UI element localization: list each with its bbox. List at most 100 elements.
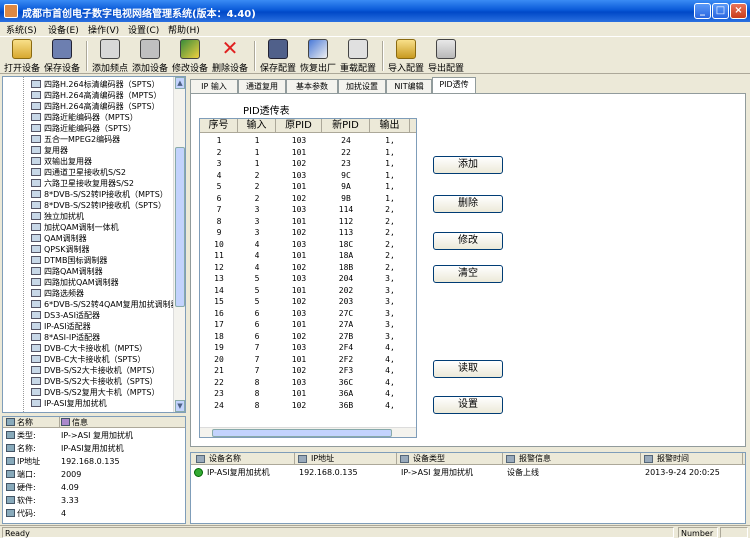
add-button[interactable]: 添加 bbox=[433, 156, 503, 174]
column-header[interactable]: 序号 bbox=[200, 119, 238, 133]
tab-0[interactable]: IP 输入 bbox=[190, 79, 238, 93]
tree-item[interactable]: 四通道卫星接收机S/S2 bbox=[31, 167, 126, 178]
menu-settings[interactable]: 设置(C) bbox=[128, 23, 159, 36]
tree-item[interactable]: 五合一MPEG2编码器 bbox=[31, 134, 120, 145]
alarm-column-header[interactable]: 设备名称 bbox=[193, 453, 295, 465]
table-row[interactable]: 24 8 102 36B 4, bbox=[200, 400, 416, 411]
add-frequency-button[interactable]: 添加频点 bbox=[90, 39, 130, 74]
tree-item[interactable]: DVB-S/S2大卡接收机（MPTS） bbox=[31, 365, 160, 376]
tree-scroll-thumb[interactable] bbox=[175, 147, 185, 307]
tree-item[interactable]: DS3-ASI适配器 bbox=[31, 310, 100, 321]
table-row[interactable]: 14 5 101 202 3, bbox=[200, 285, 416, 296]
tree-item[interactable]: 六路卫星接收复用器S/S2 bbox=[31, 178, 134, 189]
tab-4[interactable]: NIT编辑 bbox=[386, 79, 432, 93]
export-config-button[interactable]: 导出配置 bbox=[426, 39, 466, 74]
scroll-down-icon[interactable]: ▼ bbox=[175, 400, 185, 412]
tree-scrollbar[interactable]: ▲ ▼ bbox=[173, 77, 185, 412]
delete-device-button[interactable]: ✕ 删除设备 bbox=[210, 38, 250, 74]
tree-item[interactable]: IP-ASI复用加扰机 bbox=[31, 398, 107, 409]
tree-item[interactable]: 四路近能编码器（SPTS） bbox=[31, 123, 136, 134]
edit-device-button[interactable]: 修改设备 bbox=[170, 39, 210, 74]
tree-item[interactable]: 四路选频器 bbox=[31, 288, 84, 299]
save-config-button[interactable]: 保存配置 bbox=[258, 39, 298, 74]
table-row[interactable]: 1 1 103 24 1, bbox=[200, 135, 416, 146]
menu-device[interactable]: 设备(E) bbox=[48, 23, 79, 36]
tree-item[interactable]: IP-ASI适配器 bbox=[31, 321, 91, 332]
delete-button[interactable]: 删除 bbox=[433, 195, 503, 213]
factory-reset-button[interactable]: 恢复出厂 bbox=[298, 39, 338, 74]
table-row[interactable]: 8 3 101 112 2, bbox=[200, 216, 416, 227]
tree-item[interactable]: DVB-C大卡接收机（SPTS） bbox=[31, 354, 145, 365]
tab-5[interactable]: PID透传 bbox=[432, 77, 476, 93]
tree-item[interactable]: QAM调制器 bbox=[31, 233, 87, 244]
table-row[interactable]: 5 2 101 9A 1, bbox=[200, 181, 416, 192]
tree-item[interactable]: DTMB国标调制器 bbox=[31, 255, 107, 266]
table-row[interactable]: 22 8 103 36C 4, bbox=[200, 377, 416, 388]
tree-item[interactable]: 四路近能编码器（MPTS） bbox=[31, 112, 138, 123]
tree-item[interactable]: 四路H.264标清编码器（SPTS） bbox=[31, 79, 160, 90]
tree-item[interactable]: 8*DVB-S/S2转IP接收机（SPTS） bbox=[31, 200, 166, 211]
tree-item[interactable]: 四路加扰QAM调制器 bbox=[31, 277, 119, 288]
tree-item[interactable]: QPSK调制器 bbox=[31, 244, 89, 255]
table-row[interactable]: 17 6 101 27A 3, bbox=[200, 319, 416, 330]
table-row[interactable]: 6 2 102 9B 1, bbox=[200, 193, 416, 204]
table-row[interactable]: 21 7 102 2F3 4, bbox=[200, 365, 416, 376]
menu-system[interactable]: 系统(S) bbox=[6, 23, 37, 36]
table-row[interactable]: 18 6 102 27B 3, bbox=[200, 331, 416, 342]
pid-table[interactable]: 序号 输入 原PID 新PID 输出 1 1 103 24 1, 2 1 101 22 1, 3 1 102 23… bbox=[199, 118, 417, 438]
tree-item[interactable]: 双输出复用器 bbox=[31, 156, 92, 167]
save-device-button[interactable]: 保存设备 bbox=[42, 39, 82, 74]
tree-item[interactable]: 独立加扰机 bbox=[31, 211, 84, 222]
table-row[interactable]: 20 7 101 2F2 4, bbox=[200, 354, 416, 365]
table-row[interactable]: 15 5 102 203 3, bbox=[200, 296, 416, 307]
tree-item[interactable]: 8*DVB-S/S2转IP接收机（MPTS） bbox=[31, 189, 168, 200]
table-row[interactable]: 10 4 103 18C 2, bbox=[200, 239, 416, 250]
maximize-button[interactable]: □ bbox=[712, 3, 729, 19]
column-header[interactable]: 新PID bbox=[322, 119, 370, 133]
menu-help[interactable]: 帮助(H) bbox=[168, 23, 200, 36]
tab-2[interactable]: 基本参数 bbox=[286, 79, 338, 93]
import-config-button[interactable]: 导入配置 bbox=[386, 39, 426, 74]
tree-item[interactable]: 复用器 bbox=[31, 145, 68, 156]
tree-item[interactable]: 四路H.264高清编码器（MPTS） bbox=[31, 90, 161, 101]
column-header[interactable]: 输出 bbox=[370, 119, 410, 133]
scroll-up-icon[interactable]: ▲ bbox=[175, 77, 185, 89]
tree-item[interactable]: DVB-S/S2复用大卡机（MPTS） bbox=[31, 387, 160, 398]
table-row[interactable]: 4 2 103 9C 1, bbox=[200, 170, 416, 181]
device-tree[interactable]: 四路H.264标清编码器（SPTS） 四路H.264高清编码器（MPTS） 四路H.… bbox=[2, 76, 186, 413]
alarm-column-header[interactable]: IP地址 bbox=[295, 453, 397, 465]
table-row[interactable]: 13 5 103 204 3, bbox=[200, 273, 416, 284]
open-device-button[interactable]: 打开设备 bbox=[2, 39, 42, 74]
read-button[interactable]: 读取 bbox=[433, 360, 503, 378]
tab-1[interactable]: 通道复用 bbox=[238, 79, 286, 93]
table-row[interactable]: 11 4 101 18A 2, bbox=[200, 250, 416, 261]
alarm-column-header[interactable]: 报警时间 bbox=[641, 453, 743, 465]
alarm-column-header[interactable]: 设备类型 bbox=[397, 453, 503, 465]
table-row[interactable]: 7 3 103 114 2, bbox=[200, 204, 416, 215]
close-button[interactable]: × bbox=[730, 3, 747, 19]
reload-config-button[interactable]: 重载配置 bbox=[338, 39, 378, 74]
modify-button[interactable]: 修改 bbox=[433, 232, 503, 250]
column-header[interactable]: 输入 bbox=[238, 119, 276, 133]
set-button[interactable]: 设置 bbox=[433, 396, 503, 414]
table-row[interactable]: 9 3 102 113 2, bbox=[200, 227, 416, 238]
column-header[interactable]: 原PID bbox=[276, 119, 322, 133]
alarm-column-header[interactable]: 报警信息 bbox=[503, 453, 641, 465]
table-row[interactable]: 12 4 102 18B 2, bbox=[200, 262, 416, 273]
tab-3[interactable]: 加扰设置 bbox=[338, 79, 386, 93]
tree-item[interactable]: 四路QAM调制器 bbox=[31, 266, 103, 277]
pid-scroll-thumb[interactable] bbox=[212, 429, 392, 437]
tree-item[interactable]: 四路H.264高清编码器（SPTS） bbox=[31, 101, 160, 112]
minimize-button[interactable]: _ bbox=[694, 3, 711, 19]
tree-item[interactable]: 加扰QAM调制一体机 bbox=[31, 222, 119, 233]
tree-item[interactable]: DVB-C大卡接收机（MPTS） bbox=[31, 343, 147, 354]
tree-item[interactable]: 6*DVB-S/S2转4QAM复用加扰调制器 bbox=[31, 299, 179, 310]
table-row[interactable]: 3 1 102 23 1, bbox=[200, 158, 416, 169]
tree-item[interactable]: 8*ASI-IP适配器 bbox=[31, 332, 100, 343]
tree-item[interactable]: DVB-S/S2大卡接收机（SPTS） bbox=[31, 376, 158, 387]
table-row[interactable]: 16 6 103 27C 3, bbox=[200, 308, 416, 319]
table-row[interactable]: 2 1 101 22 1, bbox=[200, 147, 416, 158]
table-row[interactable]: 19 7 103 2F4 4, bbox=[200, 342, 416, 353]
table-row[interactable]: 23 8 101 36A 4, bbox=[200, 388, 416, 399]
add-device-button[interactable]: 添加设备 bbox=[130, 39, 170, 74]
